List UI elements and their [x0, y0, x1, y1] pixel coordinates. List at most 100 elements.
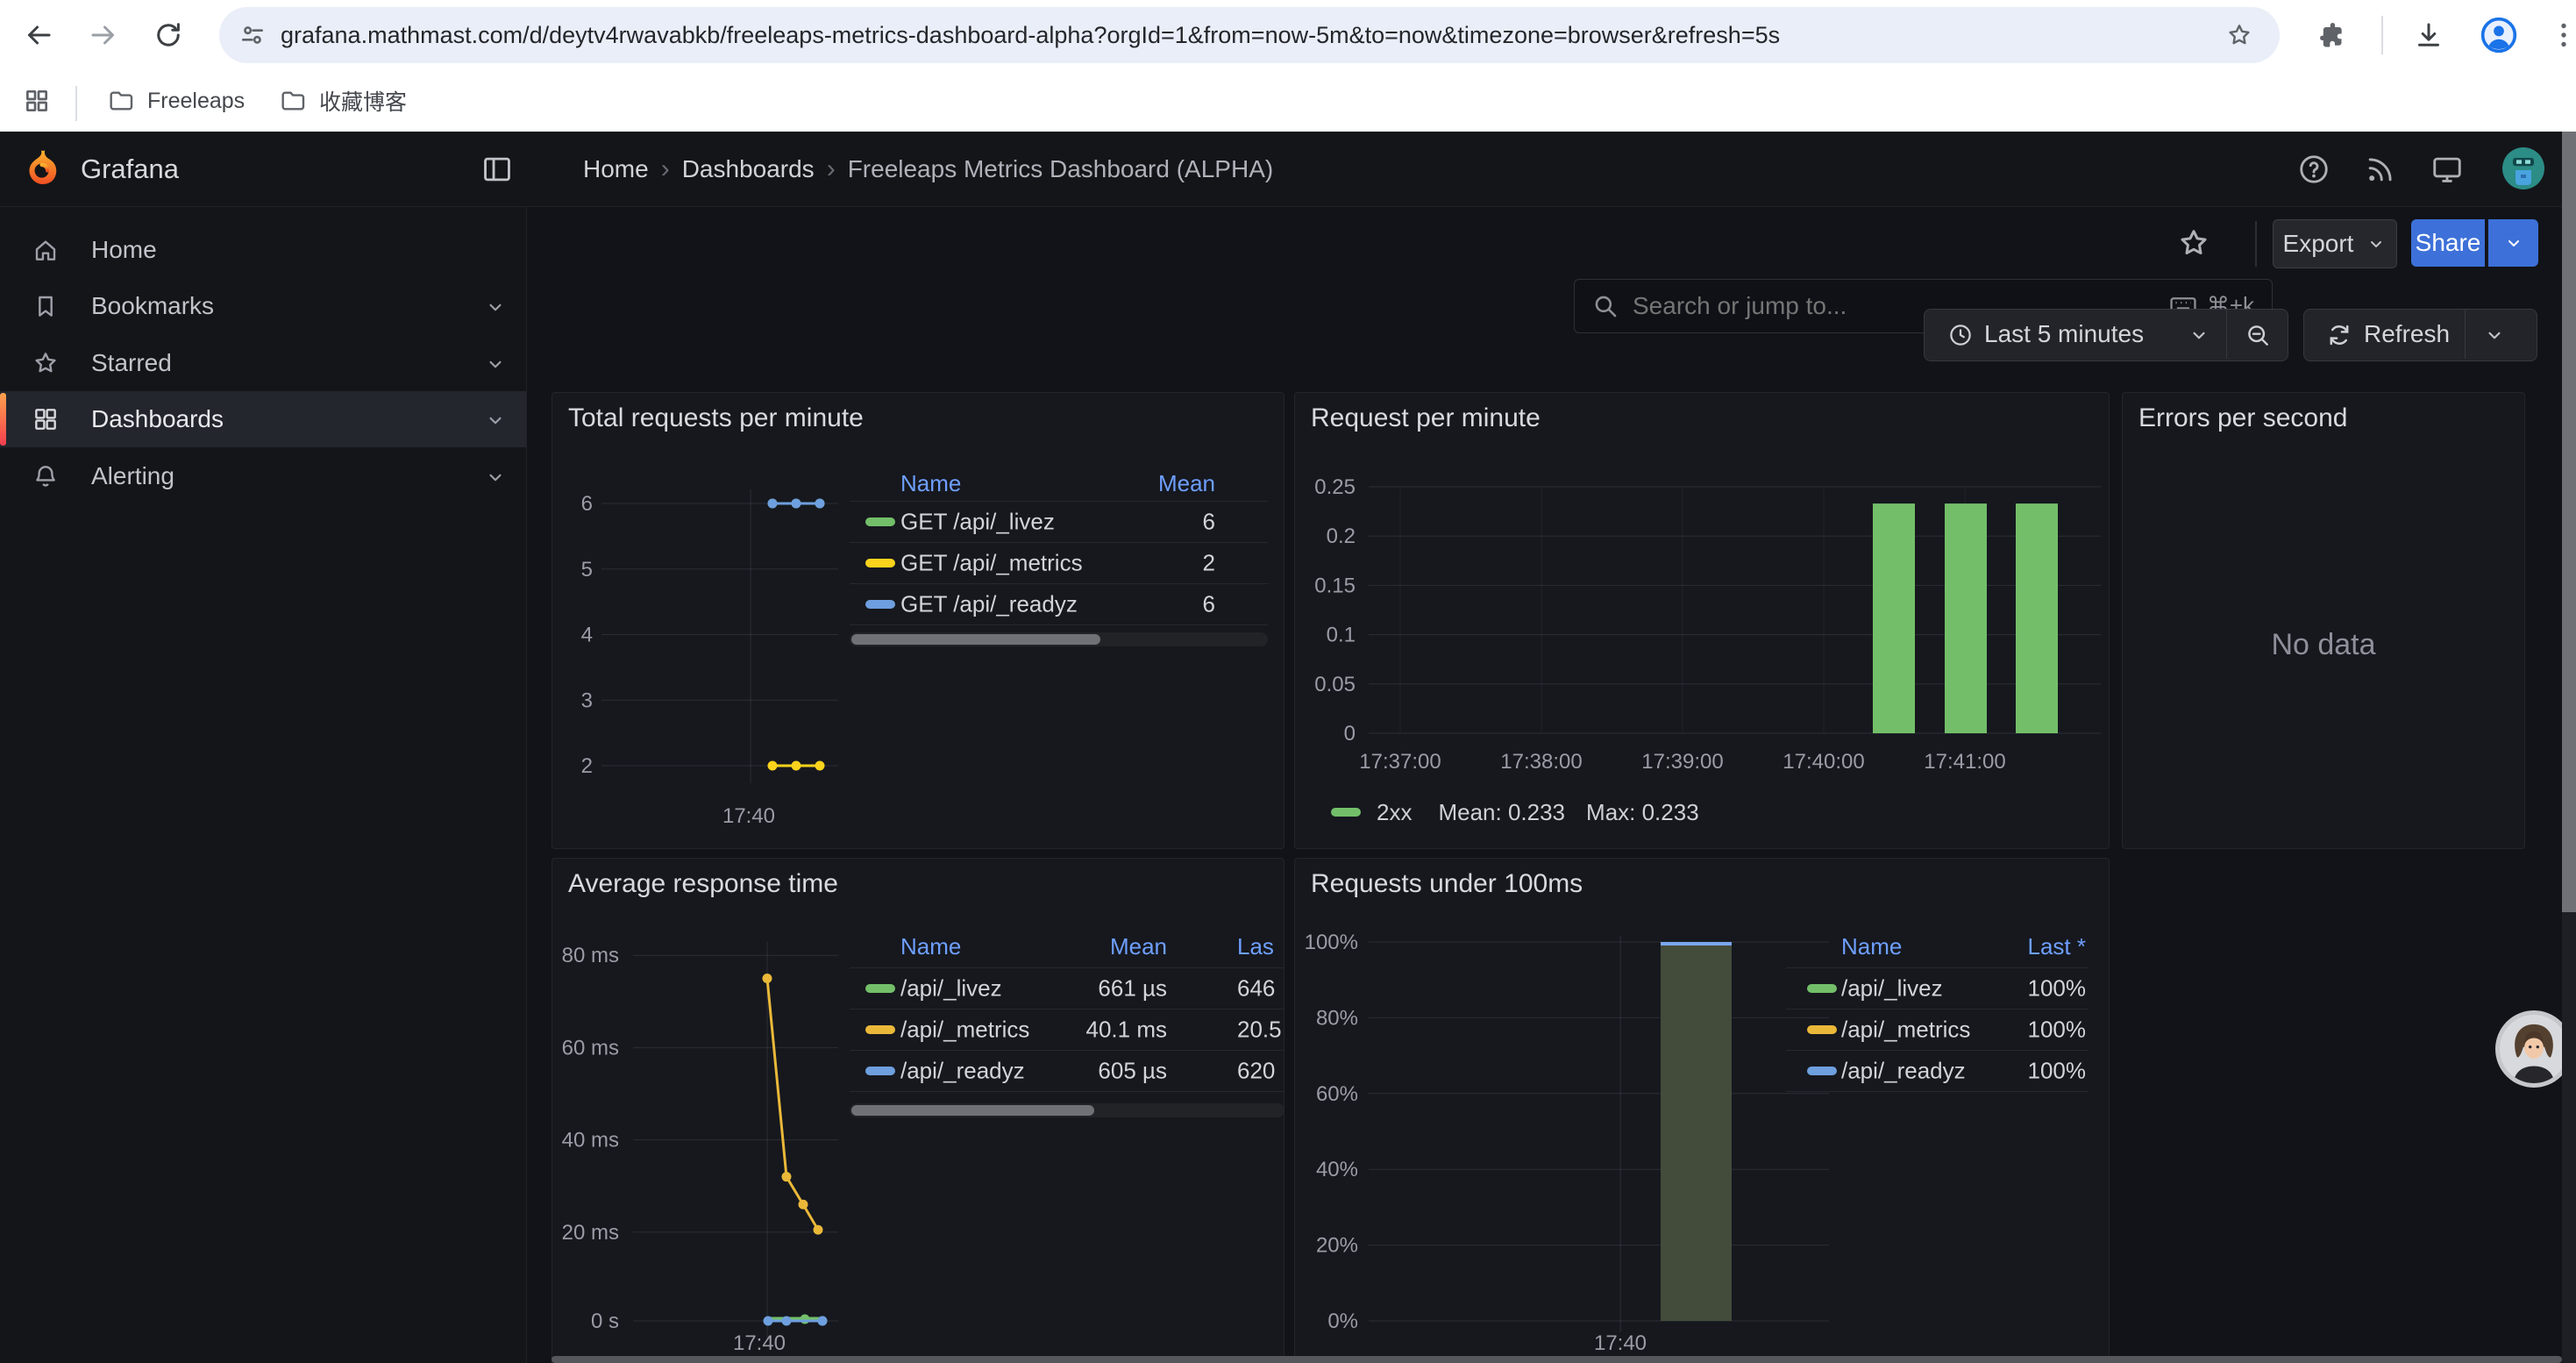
breadcrumb: Home › Dashboards › Freeleaps Metrics Da…	[583, 132, 1273, 206]
legend-row[interactable]: /api/_readyz100%	[1786, 1050, 2088, 1092]
legend-row[interactable]: GET /api/_metrics2	[850, 542, 1268, 584]
collapse-sidebar-icon[interactable]	[480, 153, 514, 186]
svg-text:17:38:00: 17:38:00	[1500, 750, 1582, 774]
chevron-down-icon[interactable]	[484, 296, 507, 318]
search-input[interactable]	[1631, 280, 1968, 332]
legend-column-name[interactable]: Name	[900, 470, 961, 497]
legend-pill	[865, 517, 895, 526]
help-icon[interactable]	[2297, 153, 2330, 186]
monitor-icon[interactable]	[2430, 153, 2464, 186]
zoom-out-icon[interactable]	[2244, 321, 2272, 349]
url-text[interactable]: grafana.mathmast.com/d/deytv4rwavabkb/fr…	[281, 7, 1780, 63]
legend-row[interactable]: GET /api/_readyz 6	[850, 583, 1268, 625]
browser-menu-icon[interactable]	[2548, 19, 2576, 51]
legend-row[interactable]: /api/_readyz605 µs620	[850, 1050, 1284, 1092]
clock-icon	[1947, 322, 1974, 348]
legend-row[interactable]: /api/_livez100%	[1786, 967, 2088, 1010]
time-range-picker[interactable]: Last 5 minutes	[1924, 309, 2288, 361]
sidebar-item-alerting[interactable]: Alerting	[0, 448, 526, 504]
home-icon	[32, 236, 60, 264]
breadcrumb-dashboards[interactable]: Dashboards	[682, 155, 815, 183]
refresh-button[interactable]: Refresh	[2303, 309, 2537, 361]
legend-inline[interactable]: 2xx Mean: 0.233 Max: 0.233	[1331, 798, 1699, 826]
legend-cell: 6	[1203, 508, 1215, 535]
grafana-logo[interactable]	[21, 149, 61, 189]
svg-text:0.1: 0.1	[1327, 624, 1356, 647]
favorite-dashboard-star-icon[interactable]	[2176, 225, 2211, 260]
legend-cell: /api/_metrics	[1841, 1016, 1970, 1043]
bookmark-folder-label: Freeleaps	[147, 89, 245, 114]
url-bar[interactable]: grafana.mathmast.com/d/deytv4rwavabkb/fr…	[219, 7, 2280, 63]
panel-requests-under-100ms[interactable]: Requests under 100ms 100%80%60%40%20%0%1…	[1294, 858, 2110, 1363]
legend-scrollbar-track[interactable]	[850, 1103, 1284, 1117]
sidebar-item-dashboards[interactable]: Dashboards	[0, 391, 526, 447]
bookmark-icon	[32, 292, 60, 320]
reload-icon[interactable]	[153, 19, 184, 51]
bookmark-folder-freeleaps[interactable]: Freeleaps	[107, 70, 245, 132]
breadcrumb-home[interactable]: Home	[583, 155, 649, 183]
bookmark-folder-blogs[interactable]: 收藏博客	[279, 70, 407, 132]
panel-average-response-time[interactable]: Average response time 80 ms60 ms40 ms20 …	[551, 858, 1284, 1363]
legend-column-last[interactable]: Last *	[2028, 933, 2087, 960]
legend-cell: GET /api/_readyz	[900, 590, 1078, 617]
extensions-icon[interactable]	[2316, 19, 2348, 51]
chevron-down-icon[interactable]	[484, 353, 507, 375]
folder-icon	[107, 87, 135, 115]
forward-icon[interactable]	[88, 19, 119, 51]
chevron-down-icon[interactable]	[2483, 324, 2506, 346]
floating-assistant-avatar[interactable]	[2495, 1010, 2572, 1088]
news-rss-icon[interactable]	[2364, 153, 2397, 186]
sidebar-item-bookmarks[interactable]: Bookmarks	[0, 278, 526, 334]
export-button[interactable]: Export	[2273, 219, 2397, 268]
refresh-icon	[2325, 321, 2353, 349]
panel-total-requests-per-minute[interactable]: Total requests per minute 6543217:40 Nam…	[551, 392, 1284, 849]
bookmark-folder-label: 收藏博客	[319, 85, 407, 117]
panel-errors-per-second[interactable]: Errors per second No data	[2122, 392, 2525, 849]
sidebar-item-home[interactable]: Home	[0, 222, 526, 278]
legend-row[interactable]: /api/_metrics40.1 ms20.5 r	[850, 1009, 1284, 1051]
panel-title[interactable]: Errors per second	[2138, 403, 2347, 433]
legend-column-mean[interactable]: Mean	[1158, 470, 1215, 497]
legend-column-mean[interactable]: Mean	[1110, 933, 1167, 960]
svg-text:0: 0	[1344, 722, 1356, 746]
svg-text:20 ms: 20 ms	[562, 1221, 619, 1245]
sidebar-item-starred[interactable]: Starred	[0, 335, 526, 391]
share-menu-button[interactable]	[2487, 219, 2538, 267]
bell-icon	[32, 462, 60, 490]
legend-row[interactable]: /api/_livez661 µs646	[850, 967, 1284, 1010]
bookmark-star-icon[interactable]	[2225, 21, 2253, 49]
download-icon[interactable]	[2413, 19, 2444, 51]
user-avatar[interactable]	[2502, 147, 2544, 189]
svg-text:4: 4	[581, 624, 593, 647]
svg-text:40%: 40%	[1316, 1158, 1358, 1181]
legend-scrollbar-track[interactable]	[850, 632, 1268, 646]
chevron-down-icon[interactable]	[484, 409, 507, 432]
legend-cell: /api/_readyz	[1841, 1057, 1966, 1084]
legend-row[interactable]: GET /api/_livez6	[850, 501, 1268, 543]
legend-scrollbar-thumb[interactable]	[851, 634, 1100, 645]
legend-series-name[interactable]: 2xx	[1377, 799, 1412, 826]
horizontal-scrollbar-thumb[interactable]	[551, 1356, 2562, 1363]
back-icon[interactable]	[23, 19, 54, 51]
chevron-down-icon[interactable]	[484, 466, 507, 489]
legend-pill	[865, 984, 895, 993]
browser-profile-icon[interactable]	[2480, 16, 2518, 54]
legend-cell: 6	[1203, 590, 1215, 617]
share-button[interactable]: Share	[2411, 219, 2485, 267]
svg-text:0.25: 0.25	[1314, 475, 1356, 499]
legend-column-name[interactable]: Name	[1841, 933, 1902, 960]
site-info-icon[interactable]	[238, 21, 267, 49]
legend-header: Name Last *	[1786, 927, 2088, 968]
vertical-scrollbar-thumb[interactable]	[2562, 132, 2576, 912]
star-icon	[32, 349, 60, 377]
svg-text:17:40: 17:40	[722, 804, 775, 828]
panel-request-per-minute[interactable]: Request per minute 0.250.20.150.10.05017…	[1294, 392, 2110, 849]
svg-text:17:37:00: 17:37:00	[1359, 750, 1441, 774]
apps-grid-icon[interactable]	[23, 87, 51, 115]
divider	[2465, 310, 2466, 359]
legend-scrollbar-thumb[interactable]	[851, 1105, 1094, 1116]
legend-column-las[interactable]: Las	[1237, 933, 1274, 960]
bar-chart-request-per-minute: 0.250.20.150.10.05017:37:0017:38:0017:39…	[1295, 393, 2109, 848]
legend-row[interactable]: /api/_metrics100%	[1786, 1009, 2088, 1051]
legend-column-name[interactable]: Name	[900, 933, 961, 960]
